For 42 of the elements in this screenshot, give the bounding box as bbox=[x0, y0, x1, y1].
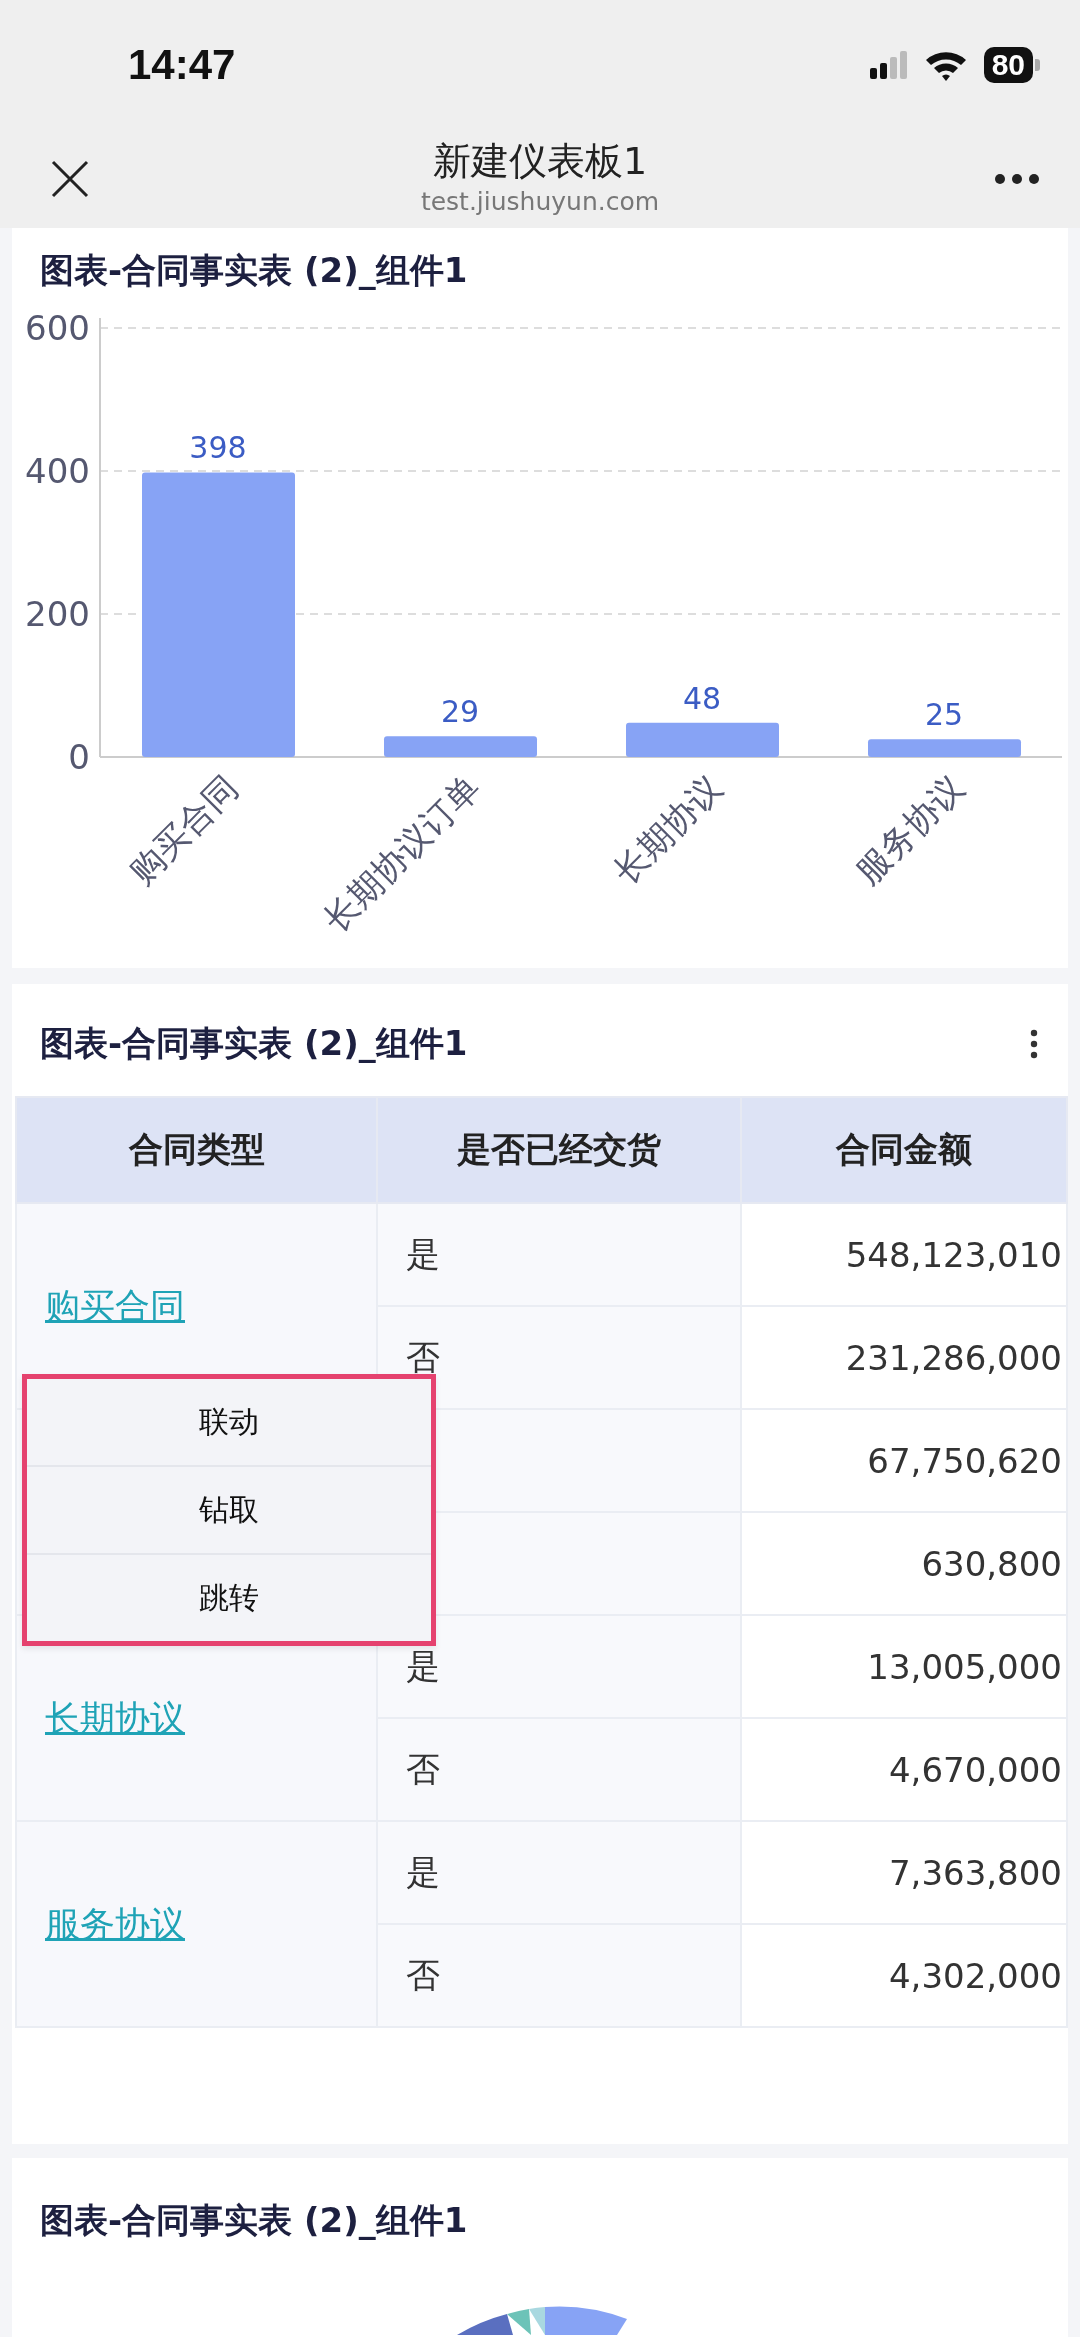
table-cell: 231,286,000 bbox=[741, 1306, 1067, 1409]
table-cell: 4,302,000 bbox=[741, 1924, 1067, 2027]
table-cell: 是 bbox=[377, 1821, 741, 1924]
card-title: 图表-合同事实表 (2)_组件1 bbox=[39, 2199, 469, 2242]
x-tick-label: 长期协议 bbox=[605, 767, 730, 892]
x-tick-label: 购买合同 bbox=[121, 767, 246, 892]
more-icon[interactable] bbox=[994, 173, 1040, 185]
column-header: 合同金额 bbox=[741, 1097, 1067, 1203]
card-title: 图表-合同事实表 (2)_组件1 bbox=[39, 1022, 468, 1065]
y-tick-label: 200 bbox=[25, 594, 90, 634]
table-cell: 630,800 bbox=[741, 1512, 1067, 1615]
table-cell: 否 bbox=[377, 1718, 741, 1821]
more-icon[interactable] bbox=[1030, 1029, 1038, 1059]
table-cell: 4,670,000 bbox=[741, 1718, 1067, 1821]
column-header: 合同类型 bbox=[16, 1097, 377, 1203]
value-label: 25 bbox=[924, 697, 964, 733]
value-label: 48 bbox=[682, 680, 722, 716]
y-tick-label: 0 bbox=[68, 737, 90, 777]
battery-indicator: 80 bbox=[983, 47, 1040, 83]
y-tick-label: 400 bbox=[25, 451, 90, 491]
table-cell: 否 bbox=[377, 1306, 741, 1409]
value-label: 29 bbox=[440, 694, 480, 730]
status-time: 14:47 bbox=[128, 41, 236, 89]
menu-item[interactable]: 钻取 bbox=[27, 1465, 431, 1553]
page-url: test.jiushuyun.com bbox=[420, 187, 660, 216]
x-tick-label: 长期协议订单 bbox=[315, 767, 488, 940]
table-cell: 67,750,620 bbox=[741, 1409, 1067, 1512]
y-tick-label: 600 bbox=[25, 312, 90, 348]
table-cell: 13,005,000 bbox=[741, 1615, 1067, 1718]
page-title: 新建仪表板1 bbox=[432, 138, 648, 185]
x-tick-label: 服务协议 bbox=[847, 767, 972, 892]
menu-item[interactable]: 跳转 bbox=[27, 1553, 431, 1641]
table-cell: 是 bbox=[377, 1615, 741, 1718]
table-cell: 否 bbox=[377, 1924, 741, 2027]
table-cell: 是 bbox=[377, 1203, 741, 1306]
table-cell: 548,123,010 bbox=[741, 1203, 1067, 1306]
value-label: 398 bbox=[189, 430, 247, 466]
card-title: 图表-合同事实表 (2)_组件1 bbox=[39, 249, 469, 292]
signal-icon bbox=[869, 51, 908, 79]
close-icon[interactable] bbox=[50, 159, 90, 199]
table-cell: 7,363,800 bbox=[741, 1821, 1067, 1924]
column-header: 是否已经交货 bbox=[377, 1097, 741, 1203]
